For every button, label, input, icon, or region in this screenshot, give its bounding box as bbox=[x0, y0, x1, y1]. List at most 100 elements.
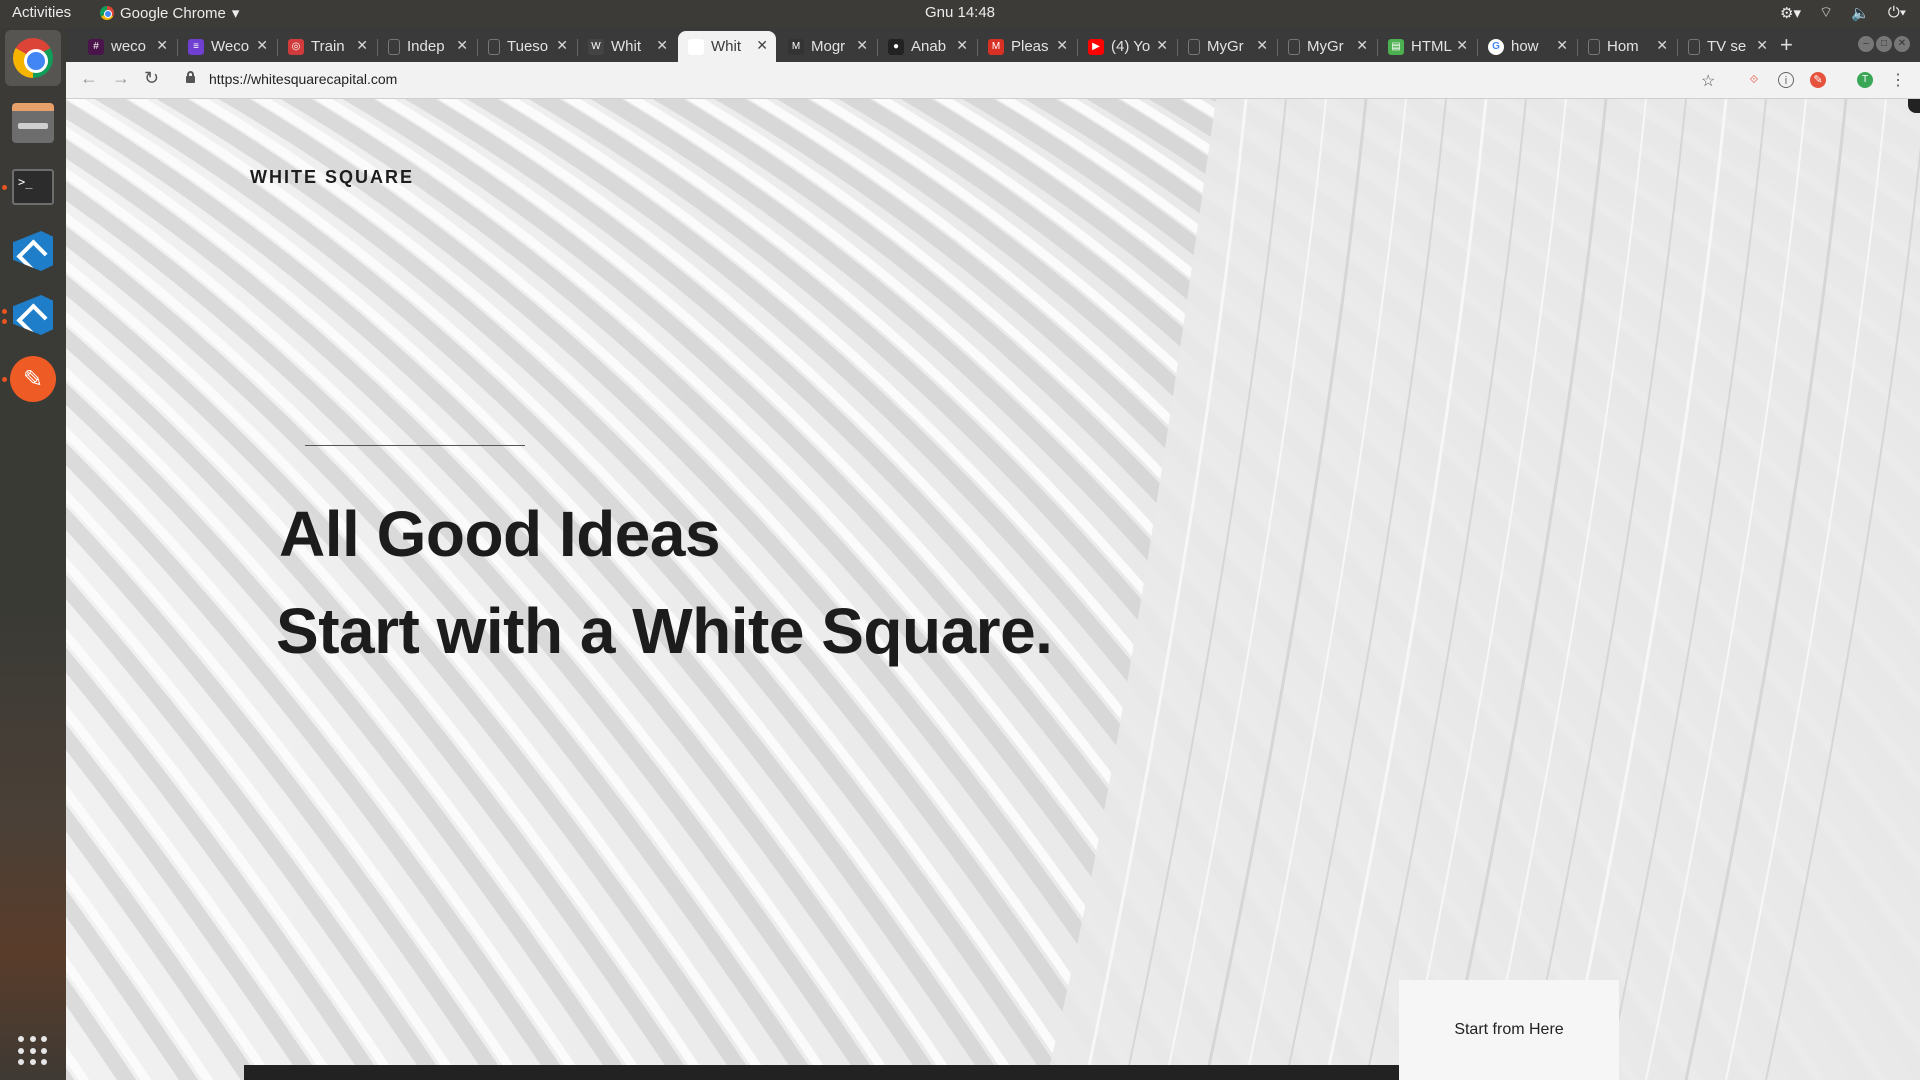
address-bar[interactable]: https://whitesquarecapital.com bbox=[209, 71, 397, 87]
forward-button[interactable]: → bbox=[112, 68, 130, 89]
tab-close-icon[interactable]: ✕ bbox=[856, 37, 868, 54]
tab-close-icon[interactable]: ✕ bbox=[156, 37, 168, 54]
tab-close-icon[interactable]: ✕ bbox=[1056, 37, 1068, 54]
browser-tab[interactable]: TV se ✕ bbox=[1678, 31, 1776, 62]
hero-headline-line-2: Start with a White Square. bbox=[276, 595, 1053, 667]
tab-favicon-icon: ● bbox=[888, 38, 904, 55]
tab-separator bbox=[1577, 39, 1578, 56]
tab-close-icon[interactable]: ✕ bbox=[1656, 37, 1668, 54]
tab-strip: # weco ✕ ≡ Weco ✕ ◎ Train ✕ Indep ✕ Tueso ✕ W Whit ✕ Whi… bbox=[66, 27, 1920, 62]
maximize-window-button[interactable]: □ bbox=[1876, 36, 1892, 52]
tab-favicon-icon: ◎ bbox=[288, 38, 304, 55]
hero-divider-line bbox=[305, 445, 525, 446]
browser-tab[interactable]: MyGr ✕ bbox=[1278, 31, 1376, 62]
browser-tab[interactable]: # weco ✕ bbox=[78, 31, 176, 62]
tab-close-icon[interactable]: ✕ bbox=[656, 37, 668, 54]
clock[interactable]: Gnu 14:48 bbox=[0, 4, 1920, 21]
scroll-indicator bbox=[1908, 99, 1920, 113]
close-window-button[interactable]: ✕ bbox=[1894, 36, 1910, 52]
dock-terminal[interactable]: >_ bbox=[5, 159, 61, 215]
lock-icon[interactable] bbox=[186, 71, 195, 83]
tab-title: Train bbox=[311, 38, 345, 55]
dock-vscode-2[interactable] bbox=[5, 287, 61, 343]
tab-close-icon[interactable]: ✕ bbox=[956, 37, 968, 54]
tab-title: Whit bbox=[611, 38, 641, 55]
postman-icon: ✎ bbox=[10, 356, 56, 402]
tab-title: HTML bbox=[1411, 38, 1452, 55]
browser-tab[interactable]: M Pleas ✕ bbox=[978, 31, 1076, 62]
tab-close-icon[interactable]: ✕ bbox=[1556, 37, 1568, 54]
vscode-icon bbox=[13, 231, 53, 271]
extension-icon[interactable]: i bbox=[1778, 72, 1794, 88]
wifi-icon: ⌔ bbox=[1819, 4, 1834, 21]
browser-tab[interactable]: ● Anab ✕ bbox=[878, 31, 976, 62]
tab-close-icon[interactable]: ✕ bbox=[1756, 37, 1768, 54]
tab-close-icon[interactable]: ✕ bbox=[1156, 37, 1168, 54]
tab-separator bbox=[1377, 39, 1378, 56]
app-menu[interactable]: Google Chrome ▾ bbox=[100, 4, 239, 22]
tab-favicon-icon bbox=[488, 38, 500, 55]
hero-headline-line-1: All Good Ideas bbox=[279, 498, 721, 570]
browser-tab[interactable]: Tueso ✕ bbox=[478, 31, 576, 62]
back-button[interactable]: ← bbox=[80, 68, 98, 89]
browser-tab[interactable]: Indep ✕ bbox=[378, 31, 476, 62]
dock-vscode[interactable] bbox=[5, 223, 61, 279]
show-applications-icon[interactable] bbox=[18, 1036, 48, 1066]
tab-separator bbox=[577, 39, 578, 56]
tab-title: Anab bbox=[911, 38, 947, 55]
tab-favicon-icon bbox=[1688, 38, 1700, 55]
browser-tab[interactable]: Whit ✕ bbox=[678, 31, 776, 62]
dock-chrome[interactable] bbox=[5, 30, 61, 86]
bookmark-star-icon[interactable]: ☆ bbox=[1701, 71, 1715, 91]
extension-icon[interactable]: ✎ bbox=[1810, 72, 1826, 88]
browser-tab[interactable]: ≡ Weco ✕ bbox=[178, 31, 276, 62]
browser-tab[interactable]: ▤ HTML ✕ bbox=[1378, 31, 1476, 62]
tab-close-icon[interactable]: ✕ bbox=[1356, 37, 1368, 54]
tab-title: TV se bbox=[1707, 38, 1747, 55]
tab-title: Pleas bbox=[1011, 38, 1049, 55]
tab-title: Indep bbox=[407, 38, 445, 55]
dock-files[interactable] bbox=[5, 95, 61, 151]
activities-button[interactable]: Activities bbox=[12, 4, 71, 21]
menu-kebab-icon[interactable]: ⋮ bbox=[1890, 70, 1906, 90]
tab-favicon-icon bbox=[388, 38, 400, 55]
tab-favicon-icon bbox=[1188, 38, 1200, 55]
tab-separator bbox=[1177, 39, 1178, 56]
site-logo[interactable]: WHITE SQUARE bbox=[250, 167, 414, 188]
tab-title: MyGr bbox=[1307, 38, 1344, 55]
browser-tab[interactable]: M Mogr ✕ bbox=[778, 31, 876, 62]
tab-separator bbox=[1677, 39, 1678, 56]
tab-favicon-icon bbox=[1588, 38, 1600, 55]
launcher-dock: >_ ✎ bbox=[0, 27, 66, 1080]
tab-favicon-icon: W bbox=[588, 38, 604, 55]
extension-icon[interactable]: ⟐ bbox=[1746, 72, 1762, 88]
reload-button[interactable]: ↻ bbox=[144, 68, 159, 89]
tab-close-icon[interactable]: ✕ bbox=[756, 37, 768, 54]
tab-close-icon[interactable]: ✕ bbox=[256, 37, 268, 54]
tab-separator bbox=[377, 39, 378, 56]
start-from-here-button[interactable]: Start from Here bbox=[1399, 980, 1619, 1080]
tab-title: (4) Yo bbox=[1111, 38, 1151, 55]
browser-tab[interactable]: MyGr ✕ bbox=[1178, 31, 1276, 62]
tab-favicon-icon bbox=[1288, 38, 1300, 55]
tab-close-icon[interactable]: ✕ bbox=[1456, 37, 1468, 54]
tab-close-icon[interactable]: ✕ bbox=[1256, 37, 1268, 54]
new-tab-button[interactable]: + bbox=[1780, 32, 1793, 58]
browser-tab[interactable]: Hom ✕ bbox=[1578, 31, 1676, 62]
tab-separator bbox=[1477, 39, 1478, 56]
volume-icon: 🔈 bbox=[1851, 4, 1870, 22]
tab-close-icon[interactable]: ✕ bbox=[356, 37, 368, 54]
browser-tab[interactable]: ◎ Train ✕ bbox=[278, 31, 376, 62]
tab-close-icon[interactable]: ✕ bbox=[556, 37, 568, 54]
dock-postman[interactable]: ✎ bbox=[5, 351, 61, 407]
tab-close-icon[interactable]: ✕ bbox=[456, 37, 468, 54]
accessibility-icon[interactable]: ⚙▾ bbox=[1780, 4, 1801, 22]
vscode-icon bbox=[13, 295, 53, 335]
profile-avatar[interactable]: T bbox=[1857, 72, 1873, 88]
tab-favicon-icon: # bbox=[88, 38, 104, 55]
system-tray[interactable]: ⚙▾ ⌔ 🔈 ⏻▾ bbox=[1780, 3, 1906, 22]
browser-tab[interactable]: ▶ (4) Yo ✕ bbox=[1078, 31, 1176, 62]
minimize-window-button[interactable]: – bbox=[1858, 36, 1874, 52]
browser-tab[interactable]: W Whit ✕ bbox=[578, 31, 676, 62]
browser-tab[interactable]: Ghow ✕ bbox=[1478, 31, 1576, 62]
